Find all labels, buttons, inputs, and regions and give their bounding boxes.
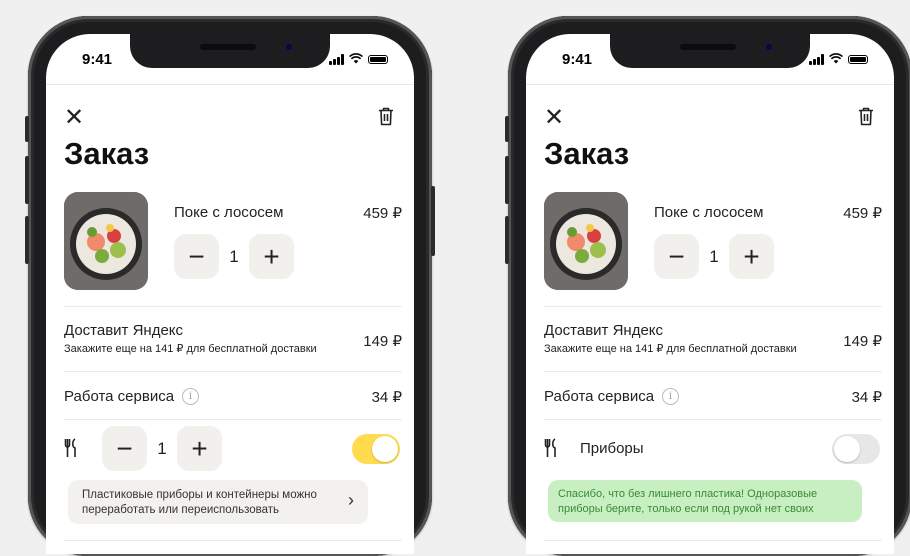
poke-bowl-image [544,192,628,290]
header-divider [526,84,894,85]
item-increase-button[interactable]: + [729,234,774,279]
order-screen: 9:41 ✕ Заказ Поке с лососем 459 ₽ − 1 + … [526,34,894,554]
delivery-title: Доставит Яндекс [64,322,184,339]
service-title: Работа сервиса [544,388,655,405]
recycling-hint-text: Пластиковые приборы и контейнеры можно п… [82,488,317,518]
phone-frame-right: 9:41 ✕ Заказ Поке с лососем 459 ₽ − 1 + … [505,16,910,556]
eco-line-2: приборы берите, только если под рукой не… [558,503,814,515]
battery-icon [848,55,868,64]
speaker [680,44,736,50]
page-title: Заказ [64,136,150,171]
delivery-subtitle: Закажите еще на 141 ₽ для бесплатной дос… [64,343,317,355]
order-screen: 9:41 ✕ Заказ Поке с лососем 459 ₽ − 1 + … [46,34,414,554]
cutlery-decrease-button[interactable]: − [102,426,147,471]
front-camera [764,42,774,52]
item-quantity-stepper: − 1 + [654,234,774,279]
close-icon[interactable]: ✕ [544,106,564,130]
wifi-icon [349,53,363,66]
service-price: 34 ₽ [371,389,402,406]
poke-bowl-image [64,192,148,290]
power-button [431,186,435,256]
item-price: 459 ₽ [843,205,882,222]
divider [544,306,882,307]
cutlery-icon [64,438,76,457]
cutlery-icon [544,438,556,457]
divider [64,306,402,307]
info-icon[interactable]: i [662,388,679,405]
signal-icon [809,54,824,65]
item-name: Поке с лососем [654,204,764,221]
cutlery-label: Приборы [580,440,644,457]
eco-thanks-note: Спасибо, что без лишнего пластика! Однор… [548,480,862,522]
divider [544,419,882,420]
volume-up-button [505,156,509,204]
mute-switch [25,116,29,142]
hint-line-2: переработать или переиспользовать [82,504,280,516]
divider [64,371,402,372]
divider [64,419,402,420]
delivery-price: 149 ₽ [363,333,402,350]
service-price: 34 ₽ [851,389,882,406]
divider [544,540,882,541]
volume-down-button [505,216,509,264]
item-quantity-stepper: − 1 + [174,234,294,279]
trash-icon[interactable] [858,107,874,126]
speaker [200,44,256,50]
signal-icon [329,54,344,65]
notch [130,34,330,68]
delivery-subtitle: Закажите еще на 141 ₽ для бесплатной дос… [544,343,797,355]
volume-down-button [25,216,29,264]
header-divider [46,84,414,85]
eco-line-1: Спасибо, что без лишнего пластика! Однор… [558,488,818,500]
service-title: Работа сервиса [64,388,175,405]
item-decrease-button[interactable]: − [654,234,699,279]
cutlery-increase-button[interactable]: + [177,426,222,471]
delivery-title: Доставит Яндекс [544,322,664,339]
item-quantity-value: 1 [709,246,719,266]
front-camera [284,42,294,52]
toggle-knob [372,436,398,462]
status-time: 9:41 [82,51,113,68]
status-icons [809,53,868,66]
hint-line-1: Пластиковые приборы и контейнеры можно [82,489,317,501]
close-icon[interactable]: ✕ [64,106,84,130]
status-icons [329,53,388,66]
item-quantity-value: 1 [229,246,239,266]
delivery-price: 149 ₽ [843,333,882,350]
status-time: 9:41 [562,51,593,68]
wifi-icon [829,53,843,66]
info-icon[interactable]: i [182,388,199,405]
cutlery-quantity-value: 1 [157,438,167,458]
page-title: Заказ [544,136,630,171]
battery-icon [368,55,388,64]
recycling-hint-card[interactable]: Пластиковые приборы и контейнеры можно п… [68,480,368,524]
chevron-right-icon: › [348,490,354,510]
divider [64,540,402,541]
item-price: 459 ₽ [363,205,402,222]
mute-switch [505,116,509,142]
trash-icon[interactable] [378,107,394,126]
toggle-knob [834,436,860,462]
cutlery-toggle[interactable] [352,434,400,464]
phone-frame-left: 9:41 ✕ Заказ Поке с лососем 459 ₽ − 1 + … [25,16,435,556]
notch [610,34,810,68]
item-name: Поке с лососем [174,204,284,221]
volume-up-button [25,156,29,204]
cutlery-toggle[interactable] [832,434,880,464]
divider [544,371,882,372]
eco-thanks-text: Спасибо, что без лишнего пластика! Однор… [558,487,817,517]
cutlery-quantity-stepper: − 1 + [102,426,222,471]
item-decrease-button[interactable]: − [174,234,219,279]
item-increase-button[interactable]: + [249,234,294,279]
